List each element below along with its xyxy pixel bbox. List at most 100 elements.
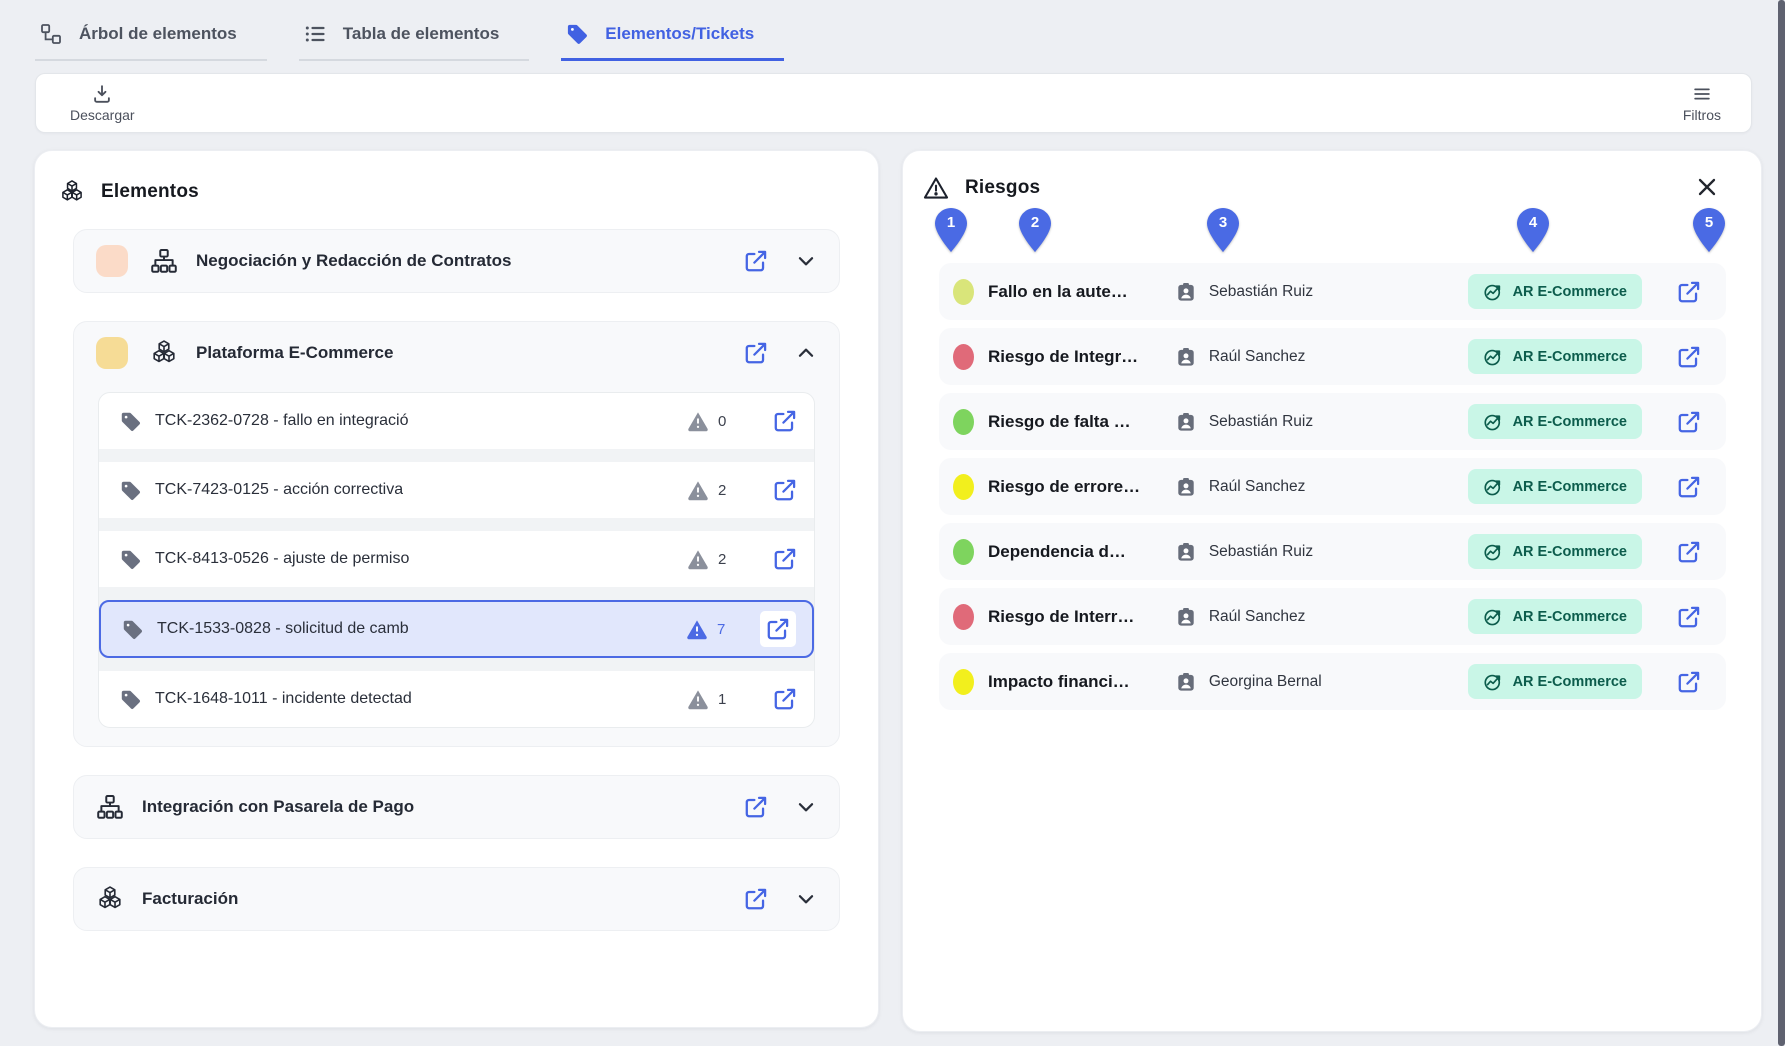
element-group-integracion-pasarela[interactable]: Integración con Pasarela de Pago [73, 775, 840, 839]
person-badge-icon [1175, 606, 1197, 628]
chevron-up-icon[interactable] [795, 342, 817, 364]
person-badge-icon [1175, 541, 1197, 563]
external-link-icon[interactable] [772, 546, 798, 572]
ticket-row[interactable]: TCK-8413-0526 - ajuste de permiso 2 [99, 531, 814, 587]
ticket-row[interactable]: TCK-7423-0125 - acción correctiva 2 [99, 462, 814, 518]
element-group-negociacion[interactable]: Negociación y Redacción de Contratos [73, 229, 840, 293]
risks-panel-title: Riesgos [965, 177, 1040, 199]
risk-title: Riesgo de Interr… [988, 607, 1156, 627]
risk-status-dot [953, 344, 974, 370]
external-link-icon[interactable] [1676, 669, 1702, 695]
ticket-label: TCK-1533-0828 - solicitud de camb [157, 620, 409, 638]
risk-row[interactable]: Fallo en la aute… Sebastián Ruiz AR E-Co… [939, 263, 1726, 320]
risk-row[interactable]: Riesgo de Integr… Raúl Sanchez AR E-Comm… [939, 328, 1726, 385]
ticket-label: TCK-1648-1011 - incidente detectad [155, 690, 412, 708]
risk-status-dot [953, 604, 974, 630]
external-link-icon[interactable] [1676, 344, 1702, 370]
risk-row[interactable]: Riesgo de errore… Raúl Sanchez AR E-Comm… [939, 458, 1726, 515]
external-link-icon[interactable] [1676, 539, 1702, 565]
group-header[interactable]: Negociación y Redacción de Contratos [74, 230, 839, 292]
chevron-down-icon[interactable] [795, 888, 817, 910]
external-link-icon[interactable] [1676, 279, 1702, 305]
warning-count: 2 [687, 548, 728, 570]
pin-4: 4 [1517, 208, 1549, 252]
elements-panel-title: Elementos [101, 181, 199, 203]
risk-tag-chip[interactable]: AR E-Commerce [1468, 469, 1642, 504]
ticket-label: TCK-8413-0526 - ajuste de permiso [155, 550, 409, 568]
trend-circle-icon [1483, 281, 1504, 302]
tag-icon [119, 479, 142, 502]
external-link-icon[interactable] [743, 248, 769, 274]
chevron-down-icon[interactable] [795, 796, 817, 818]
group-header[interactable]: Plataforma E-Commerce [74, 322, 839, 384]
ticket-row[interactable]: TCK-1648-1011 - incidente detectad 1 [99, 671, 814, 727]
risk-person: Sebastián Ruiz [1175, 281, 1468, 303]
chevron-down-icon[interactable] [795, 250, 817, 272]
warning-count: 7 [686, 618, 727, 640]
group-header[interactable]: Integración con Pasarela de Pago [74, 776, 839, 838]
risk-tag-chip[interactable]: AR E-Commerce [1468, 274, 1642, 309]
ticket-label: TCK-7423-0125 - acción correctiva [155, 481, 403, 499]
risk-row[interactable]: Riesgo de Interr… Raúl Sanchez AR E-Comm… [939, 588, 1726, 645]
risk-title: Dependencia d… [988, 542, 1156, 562]
list-icon [303, 22, 327, 46]
risk-person: Raúl Sanchez [1175, 606, 1468, 628]
risk-row[interactable]: Riesgo de falta … Sebastián Ruiz AR E-Co… [939, 393, 1726, 450]
risk-tag-chip[interactable]: AR E-Commerce [1468, 534, 1642, 569]
pin-5: 5 [1693, 208, 1725, 252]
risk-tag-chip[interactable]: AR E-Commerce [1468, 404, 1642, 439]
external-link-icon[interactable] [1676, 474, 1702, 500]
tab-tabla-de-elementos[interactable]: Tabla de elementos [299, 12, 530, 61]
scrollbar[interactable] [1778, 0, 1785, 1046]
ticket-label: TCK-2362-0728 - fallo en integració [155, 412, 408, 430]
color-swatch [96, 245, 128, 277]
tab-elementos-tickets[interactable]: Elementos/Tickets [561, 12, 784, 61]
external-link-icon[interactable] [772, 686, 798, 712]
pin-2: 2 [1019, 208, 1051, 252]
external-link-icon[interactable] [765, 616, 791, 642]
risk-person: Sebastián Ruiz [1175, 411, 1468, 433]
element-group-facturacion[interactable]: Facturación [73, 867, 840, 931]
risk-title: Impacto financi… [988, 672, 1156, 692]
external-link-icon[interactable] [743, 340, 769, 366]
trend-circle-icon [1483, 411, 1504, 432]
external-link-icon[interactable] [1676, 409, 1702, 435]
risk-title: Riesgo de Integr… [988, 347, 1156, 367]
external-link-icon[interactable] [743, 886, 769, 912]
download-button[interactable]: Descargar [70, 83, 135, 123]
external-link-icon[interactable] [772, 408, 798, 434]
risk-person: Raúl Sanchez [1175, 346, 1468, 368]
external-link-icon[interactable] [772, 477, 798, 503]
trend-circle-icon [1483, 476, 1504, 497]
ticket-row[interactable]: TCK-2362-0728 - fallo en integració 0 [99, 393, 814, 449]
warning-outline-icon [923, 175, 949, 201]
group-title: Integración con Pasarela de Pago [142, 797, 414, 817]
risk-status-dot [953, 539, 974, 565]
risk-status-dot [953, 669, 974, 695]
risk-tag-chip[interactable]: AR E-Commerce [1468, 664, 1642, 699]
element-group-plataforma-ecommerce: Plataforma E-Commerce TCK-2362-0728 - fa… [73, 321, 840, 747]
page: Árbol de elementos Tabla de elementos El… [0, 0, 1785, 1046]
external-link-icon[interactable] [743, 794, 769, 820]
color-swatch [96, 337, 128, 369]
tag-icon [119, 688, 142, 711]
filters-button[interactable]: Filtros [1683, 83, 1721, 123]
external-link-icon[interactable] [1676, 604, 1702, 630]
risk-row[interactable]: Dependencia d… Sebastián Ruiz AR E-Comme… [939, 523, 1726, 580]
risk-row[interactable]: Impacto financi… Georgina Bernal AR E-Co… [939, 653, 1726, 710]
close-icon[interactable] [1695, 175, 1719, 199]
risk-person: Georgina Bernal [1175, 671, 1468, 693]
ticket-row-selected[interactable]: TCK-1533-0828 - solicitud de camb 7 [99, 600, 814, 658]
tab-label: Árbol de elementos [79, 24, 237, 44]
sitemap-icon [150, 247, 178, 275]
tab-arbol-de-elementos[interactable]: Árbol de elementos [35, 12, 267, 61]
cubes-icon [150, 339, 178, 367]
warning-icon [686, 618, 708, 640]
menu-lines-icon [1691, 83, 1713, 105]
pin-3: 3 [1207, 208, 1239, 252]
risk-tag-chip[interactable]: AR E-Commerce [1468, 599, 1642, 634]
group-header[interactable]: Facturación [74, 868, 839, 930]
risk-tag-chip[interactable]: AR E-Commerce [1468, 339, 1642, 374]
warning-count: 2 [687, 479, 728, 501]
tab-label: Elementos/Tickets [605, 24, 754, 44]
